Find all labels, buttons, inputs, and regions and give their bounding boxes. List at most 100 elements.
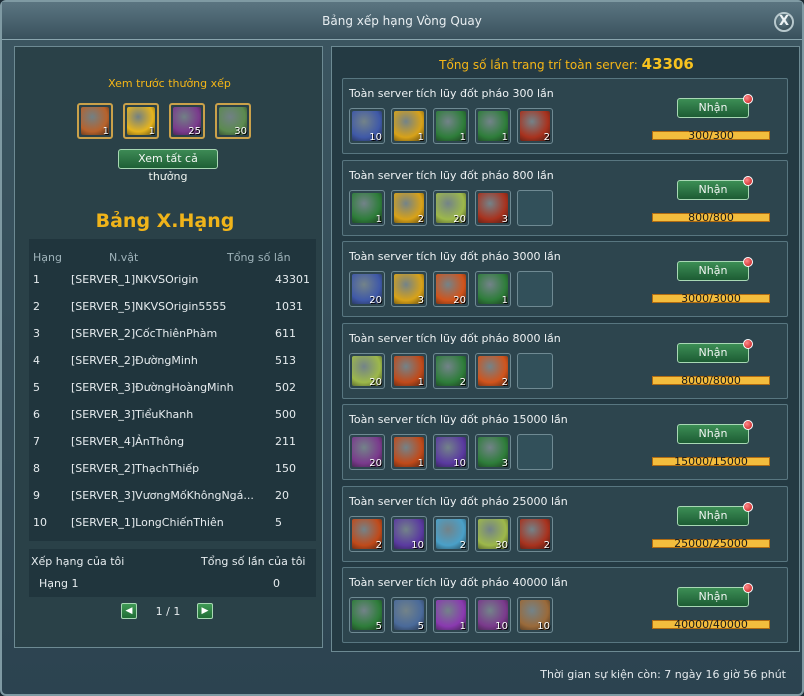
claim-reward-button[interactable]: Nhận xyxy=(677,257,753,281)
reward-item-slot[interactable]: 2 xyxy=(391,189,427,226)
item-quantity: 1 xyxy=(459,621,466,632)
claim-reward-button[interactable]: Nhận xyxy=(677,420,753,444)
reward-item-slot[interactable]: 2 xyxy=(517,515,553,552)
prev-page-button[interactable]: ◀ xyxy=(121,603,137,619)
reward-tier-label: Toàn server tích lũy đốt pháo 8000 lần xyxy=(349,331,561,345)
reward-item-slot[interactable]: 20 xyxy=(349,352,385,389)
item-quantity: 1 xyxy=(417,458,424,469)
rank-number: 6 xyxy=(33,408,40,421)
reward-item-slot[interactable]: 10 xyxy=(391,515,427,552)
ranking-row[interactable]: 4 [SERVER_2]ĐườngMinh 513 xyxy=(29,354,316,374)
item-quantity: 10 xyxy=(411,539,424,551)
reward-progress-bar: 3000/3000 xyxy=(652,292,770,305)
ranking-row[interactable]: 8 [SERVER_2]ThạchThiếp 150 xyxy=(29,462,316,482)
reward-item-slot[interactable]: 20 xyxy=(433,271,469,307)
server-total-label: Tổng số lần trang trí toàn server: xyxy=(439,58,638,72)
reward-tier-items: 10 1 1 1 2 xyxy=(349,108,553,144)
reward-tier-row: Toàn server tích lũy đốt pháo 300 lần 10 1… xyxy=(342,78,788,154)
reward-item-slot[interactable]: 1 xyxy=(391,434,427,470)
reward-item-slot[interactable]: 1 xyxy=(475,271,511,307)
reward-tier-items: 2 10 2 30 2 xyxy=(349,515,553,552)
notification-dot-icon xyxy=(743,94,753,104)
item-quantity: 25 xyxy=(188,126,201,137)
progress-text: 3000/3000 xyxy=(681,292,741,305)
claim-button-label: Nhận xyxy=(698,101,728,114)
reward-tier-items: 5 5 1 10 10 xyxy=(349,597,553,633)
name-column-header: N.vật xyxy=(109,251,139,264)
reward-item-slot[interactable]: 10 xyxy=(517,597,553,633)
reward-item-slot[interactable]: 20 xyxy=(349,434,385,470)
claim-reward-button[interactable]: Nhận xyxy=(677,501,753,526)
ranking-row[interactable]: 7 [SERVER_4]ẢnThông 211 xyxy=(29,435,316,455)
reward-item-slot[interactable]: 1 xyxy=(391,108,427,144)
reward-item-slot[interactable]: 2 xyxy=(517,108,553,144)
reward-tier-label: Toàn server tích lũy đốt pháo 40000 lần xyxy=(349,576,568,589)
reward-item-slot[interactable]: 20 xyxy=(349,271,385,307)
reward-tier-items: 1 2 20 3 xyxy=(349,189,553,226)
ranking-row[interactable]: 1 [SERVER_1]NKVSOrigin 43301 xyxy=(29,273,316,293)
reward-tier-row: Toàn server tích lũy đốt pháo 8000 lần 20… xyxy=(342,322,788,399)
item-quantity: 3 xyxy=(501,213,508,225)
claim-reward-button[interactable]: Nhận xyxy=(677,175,753,200)
reward-item-slot[interactable]: 1 xyxy=(475,108,511,144)
reward-item-slot[interactable]: 10 xyxy=(475,597,511,633)
reward-item-slot[interactable]: 5 xyxy=(391,597,427,633)
empty-item-slot xyxy=(517,189,553,226)
claim-reward-button[interactable]: Nhận xyxy=(677,583,753,607)
close-button[interactable]: X xyxy=(774,12,794,32)
reward-item-slot[interactable]: 2 xyxy=(433,352,469,389)
reward-item-slot[interactable]: 1 xyxy=(391,352,427,389)
my-count-value: 0 xyxy=(273,577,280,590)
player-count: 211 xyxy=(275,435,296,448)
view-all-rewards-button[interactable]: Xem tất cả thưởng xyxy=(118,149,218,183)
next-page-button[interactable]: ▶ xyxy=(197,603,213,619)
player-name: [SERVER_5]NKVSOrigin5555 xyxy=(71,300,227,313)
reward-item-slot[interactable]: 25 xyxy=(169,103,205,139)
item-quantity: 2 xyxy=(375,539,382,551)
ranking-row[interactable]: 6 [SERVER_3]TiểuKhanh 500 xyxy=(29,408,316,428)
reward-item-slot[interactable]: 1 xyxy=(433,597,469,633)
item-quantity: 2 xyxy=(543,539,550,551)
reward-item-slot[interactable]: 10 xyxy=(433,434,469,470)
rank-number: 8 xyxy=(33,462,40,475)
claim-button-label: Nhận xyxy=(698,508,728,522)
progress-text: 15000/15000 xyxy=(674,455,748,468)
item-quantity: 3 xyxy=(417,295,424,306)
server-rewards-panel: Tổng số lần trang trí toàn server: 43306… xyxy=(331,46,800,652)
ranking-row[interactable]: 9 [SERVER_3]VươngMốKhôngNgá... 20 xyxy=(29,489,316,509)
claim-reward-button[interactable]: Nhận xyxy=(677,94,753,118)
ranking-row[interactable]: 10 [SERVER_1]LongChiếnThiên 5 xyxy=(29,516,316,536)
reward-item-slot[interactable]: 20 xyxy=(433,189,469,226)
reward-item-slot[interactable]: 3 xyxy=(391,271,427,307)
reward-item-slot[interactable]: 2 xyxy=(433,515,469,552)
item-quantity: 20 xyxy=(369,376,382,388)
reward-item-slot[interactable]: 5 xyxy=(349,597,385,633)
ranking-table: Hạng N.vật Tổng số lần 1 [SERVER_1]NKVSOr… xyxy=(29,239,316,541)
claim-reward-button[interactable]: Nhận xyxy=(677,338,753,363)
reward-item-slot[interactable]: 2 xyxy=(349,515,385,552)
reward-item-slot[interactable]: 3 xyxy=(475,434,511,470)
reward-item-slot[interactable]: 1 xyxy=(349,189,385,226)
player-name: [SERVER_1]NKVSOrigin xyxy=(71,273,199,286)
reward-tier-items: 20 3 20 1 xyxy=(349,271,553,307)
reward-item-slot[interactable]: 10 xyxy=(349,108,385,144)
ranking-row[interactable]: 5 [SERVER_3]ĐườngHoàngMinh 502 xyxy=(29,381,316,401)
event-countdown: Thời gian sự kiện còn: 7 ngày 16 giờ 56 … xyxy=(540,668,786,681)
reward-item-slot[interactable]: 1 xyxy=(123,103,159,139)
reward-preview-title: Xem trước thưởng xếp xyxy=(108,77,231,90)
reward-item-slot[interactable]: 2 xyxy=(475,352,511,389)
reward-item-slot[interactable]: 1 xyxy=(77,103,113,139)
ranking-row[interactable]: 2 [SERVER_5]NKVSOrigin5555 1031 xyxy=(29,300,316,320)
reward-item-slot[interactable]: 30 xyxy=(215,103,251,139)
claim-button-label: Nhận xyxy=(698,345,728,359)
reward-item-slot[interactable]: 3 xyxy=(475,189,511,226)
page-indicator: 1 / 1 xyxy=(155,605,181,618)
window-title: Bảng xếp hạng Vòng Quay xyxy=(322,14,482,28)
rank-number: 10 xyxy=(33,516,47,529)
item-quantity: 2 xyxy=(459,539,466,551)
reward-item-slot[interactable]: 30 xyxy=(475,515,511,552)
reward-item-slot[interactable]: 1 xyxy=(433,108,469,144)
ranking-row[interactable]: 3 [SERVER_2]CốcThiênPhàm 611 xyxy=(29,327,316,347)
player-count: 20 xyxy=(275,489,289,502)
claim-button-label: Nhận xyxy=(698,590,728,603)
